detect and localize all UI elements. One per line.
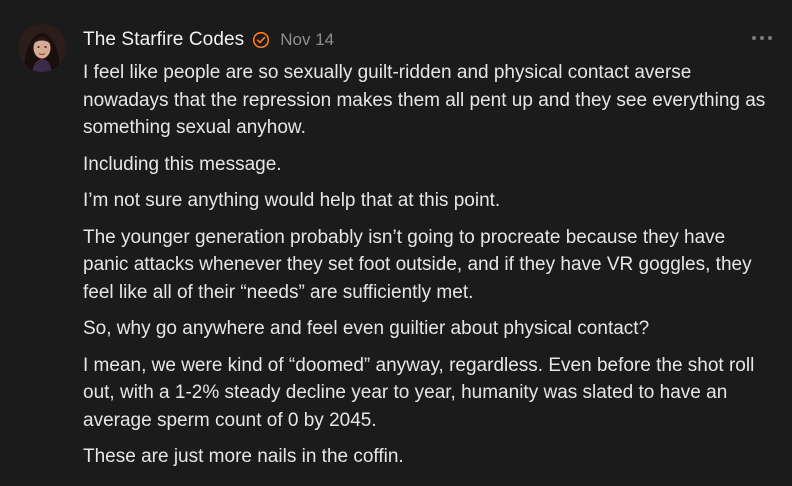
post-date[interactable]: Nov 14: [280, 30, 334, 50]
author-name[interactable]: The Starfire Codes: [83, 29, 244, 51]
verified-badge-icon: [252, 31, 270, 49]
comment-paragraph: Including this message.: [83, 153, 282, 175]
comment-header: The Starfire Codes Nov 14: [83, 27, 334, 53]
dot: [752, 36, 756, 40]
comment-paragraph: So, why go anywhere and feel even guilti…: [83, 318, 650, 339]
avatar[interactable]: [18, 24, 66, 72]
comment-paragraph: I feel like people are so sexually guilt…: [83, 62, 766, 138]
comment-paragraph: I mean, we were kind of “doomed” anyway,…: [83, 354, 755, 431]
comment-paragraph: The younger generation probably isn’t go…: [83, 226, 752, 303]
dot: [768, 36, 772, 40]
comment-card: The Starfire Codes Nov 14 I feel like pe…: [0, 0, 792, 486]
more-options-icon[interactable]: [752, 30, 772, 46]
comment-paragraph: I’m not sure anything would help that at…: [83, 190, 501, 211]
comment-body: I feel like people are so sexually guilt…: [83, 59, 773, 480]
dot: [760, 36, 764, 40]
comment-paragraph: These are just more nails in the coffin.: [83, 446, 404, 467]
